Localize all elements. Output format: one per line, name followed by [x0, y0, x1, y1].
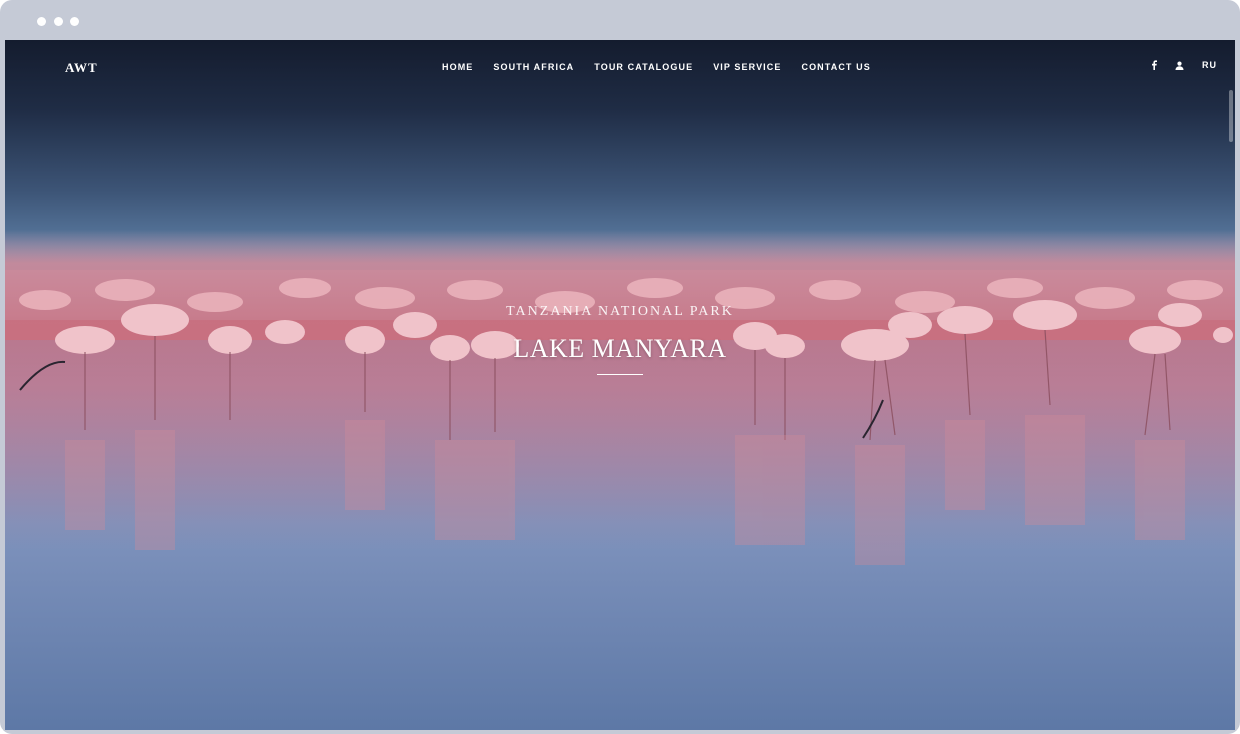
nav-south-africa[interactable]: SOUTH AFRICA — [493, 62, 574, 72]
language-switch[interactable]: RU — [1202, 60, 1217, 70]
site-header: AWT HOME SOUTH AFRICA TOUR CATALOGUE VIP… — [5, 40, 1235, 100]
window-dot[interactable] — [70, 17, 79, 26]
browser-window: AWT HOME SOUTH AFRICA TOUR CATALOGUE VIP… — [0, 0, 1240, 734]
nav-tour-catalogue[interactable]: TOUR CATALOGUE — [594, 62, 693, 72]
page-viewport: AWT HOME SOUTH AFRICA TOUR CATALOGUE VIP… — [5, 40, 1235, 730]
hero-title: LAKE MANYARA — [513, 334, 727, 363]
nav-home[interactable]: HOME — [442, 62, 473, 72]
hero-subtitle: TANZANIA NATIONAL PARK — [506, 304, 734, 319]
hero-divider — [597, 374, 643, 375]
facebook-icon[interactable] — [1151, 60, 1157, 70]
hero-heading: TANZANIA NATIONAL PARK LAKE MANYARA — [5, 304, 1235, 375]
window-dot[interactable] — [37, 17, 46, 26]
header-tools: RU — [1133, 60, 1217, 70]
window-dot[interactable] — [54, 17, 63, 26]
user-icon[interactable] — [1175, 61, 1184, 70]
site-logo[interactable]: AWT — [65, 60, 98, 76]
nav-vip-service[interactable]: VIP SERVICE — [713, 62, 781, 72]
nav-contact-us[interactable]: CONTACT US — [801, 62, 870, 72]
hero-background-photo — [5, 230, 1235, 730]
main-nav: HOME SOUTH AFRICA TOUR CATALOGUE VIP SER… — [442, 62, 891, 72]
browser-chrome — [0, 0, 1240, 40]
